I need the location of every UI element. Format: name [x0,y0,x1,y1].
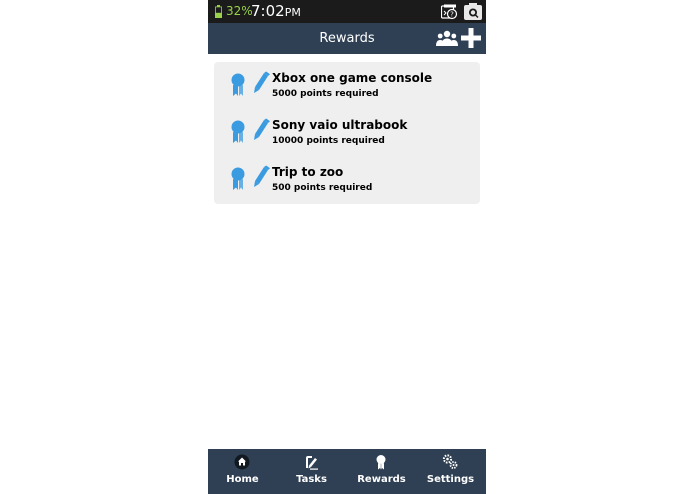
rewards-icon [376,455,386,470]
tasks-icon [306,456,318,470]
nav-rewards[interactable]: Rewards [347,449,416,494]
nav-tasks[interactable]: Tasks [277,449,346,494]
pencil-icon[interactable] [252,165,270,191]
reward-title: Trip to zoo [272,165,344,179]
nav-home[interactable]: Home [208,449,277,494]
rewards-list: Xbox one game console 5000 points requir… [214,62,480,204]
reward-title: Xbox one game console [272,71,433,85]
nav-home-label: Home [226,474,259,485]
clock: 7:02PM [251,2,301,22]
screenshot-icon: ? [441,4,458,20]
phone-screen: 32% 7:02PM ? Rewards Xbox one game conso… [208,0,486,494]
nav-rewards-label: Rewards [357,474,406,485]
home-icon [234,454,250,470]
settings-icon [442,454,458,469]
add-icon[interactable] [460,27,482,49]
camera-search-icon [464,3,482,20]
award-icon[interactable] [230,120,246,144]
svg-text:?: ? [450,11,454,19]
nav-settings-label: Settings [426,474,475,485]
list-item[interactable]: Trip to zoo 500 points required [214,156,480,203]
clock-time: 7:02 [251,2,285,20]
pencil-icon[interactable] [252,118,270,144]
reward-points: 10000 points required [272,136,385,146]
clock-ampm: PM [284,6,301,19]
battery-percentage: 32% [226,4,253,18]
nav-tasks-label: Tasks [296,474,327,485]
nav-settings[interactable]: Settings [416,449,485,494]
reward-points: 5000 points required [272,89,379,99]
group-icon[interactable] [436,30,458,46]
award-icon[interactable] [230,73,246,97]
pencil-icon[interactable] [252,71,270,97]
reward-points: 500 points required [272,183,373,193]
status-bar: 32% 7:02PM ? [208,0,486,23]
battery-icon [215,5,222,18]
award-icon[interactable] [230,167,246,191]
reward-title: Sony vaio ultrabook [272,118,408,132]
app-header: Rewards [208,23,486,54]
list-item[interactable]: Sony vaio ultrabook 10000 points require… [214,109,480,156]
bottom-nav: Home Tasks Rewards Settings [208,449,486,494]
list-item[interactable]: Xbox one game console 5000 points requir… [214,62,480,109]
